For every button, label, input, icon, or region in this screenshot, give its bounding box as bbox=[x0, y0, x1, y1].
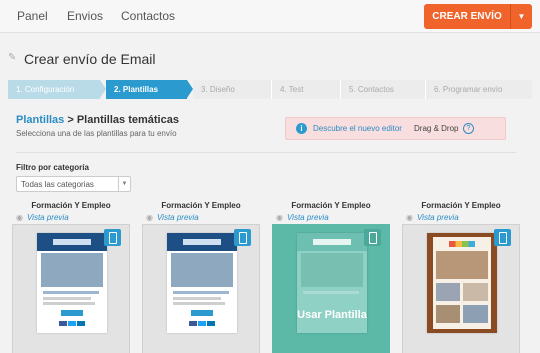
thumb-image bbox=[463, 305, 488, 323]
thumb-header bbox=[37, 233, 107, 251]
step-label: 2. Plantillas bbox=[114, 85, 159, 94]
preview-label: Vista previa bbox=[26, 213, 69, 222]
step-label: 4. Test bbox=[280, 85, 304, 94]
eye-icon: ◉ bbox=[16, 213, 23, 222]
category-select-value: Todas las categorias bbox=[21, 180, 94, 189]
nav-panel[interactable]: Panel bbox=[17, 9, 48, 23]
template-card-hover[interactable]: Usar Plantilla bbox=[272, 224, 390, 353]
thumb-hero-image bbox=[41, 253, 103, 287]
thumb-hero-image bbox=[171, 253, 233, 287]
step-label: 5. Contactos bbox=[349, 85, 394, 94]
breadcrumb: Plantillas > Plantillas temáticas bbox=[16, 114, 179, 126]
template-title: Formación Y Empleo bbox=[421, 201, 501, 210]
step-label: 1. Configuración bbox=[16, 85, 75, 94]
breadcrumb-separator: > bbox=[64, 114, 77, 126]
template-title: Formación Y Empleo bbox=[161, 201, 241, 210]
thumb-text-line bbox=[173, 302, 225, 305]
template-thumbnail bbox=[427, 233, 497, 333]
pencil-icon: ✎ bbox=[8, 52, 17, 63]
preview-link[interactable]: ◉ Vista previa bbox=[146, 213, 199, 222]
thumb-button bbox=[191, 310, 213, 316]
thumb-social-icons bbox=[189, 321, 215, 326]
template-title: Formación Y Empleo bbox=[31, 201, 111, 210]
thumb-text-line bbox=[303, 291, 359, 294]
thumb-text-line bbox=[173, 297, 221, 300]
thumb-text-line bbox=[43, 302, 95, 305]
template-thumbnail bbox=[37, 233, 107, 333]
nav-envios[interactable]: Envios bbox=[67, 9, 103, 23]
preview-link[interactable]: ◉ Vista previa bbox=[406, 213, 459, 222]
thumb-hero-image bbox=[301, 253, 363, 287]
step-diseno[interactable]: 3. Diseño bbox=[193, 80, 271, 99]
chevron-down-icon: ▼ bbox=[118, 177, 130, 191]
thumb-image bbox=[436, 305, 460, 323]
thumb-image bbox=[463, 283, 488, 301]
preview-link[interactable]: ◉ Vista previa bbox=[16, 213, 69, 222]
step-configuracion[interactable]: 1. Configuración bbox=[8, 80, 100, 99]
info-icon: i bbox=[296, 123, 307, 134]
breadcrumb-parent-link[interactable]: Plantillas bbox=[16, 114, 64, 126]
mobile-icon bbox=[494, 229, 511, 246]
create-send-label: CREAR ENVÍO bbox=[432, 11, 502, 22]
template-title: Formación Y Empleo bbox=[291, 201, 371, 210]
thumb-logo bbox=[183, 239, 221, 245]
preview-link[interactable]: ◉ Vista previa bbox=[276, 213, 329, 222]
info-banner: i Descubre el nuevo editor Drag & Drop ? bbox=[285, 117, 506, 140]
preview-label: Vista previa bbox=[156, 213, 199, 222]
new-editor-link[interactable]: Descubre el nuevo editor bbox=[313, 124, 402, 133]
eye-icon: ◉ bbox=[406, 213, 413, 222]
step-programar[interactable]: 6. Programar envío bbox=[425, 80, 532, 99]
thumb-logo bbox=[449, 241, 475, 247]
thumb-text-line bbox=[43, 297, 91, 300]
thumb-header bbox=[167, 233, 237, 251]
page-subtitle: Selecciona una de las plantillas para tu… bbox=[16, 129, 177, 138]
nav-contactos[interactable]: Contactos bbox=[121, 9, 175, 23]
thumb-body bbox=[433, 237, 491, 329]
step-plantillas[interactable]: 2. Plantillas bbox=[106, 80, 187, 99]
question-circle-icon[interactable]: ? bbox=[463, 123, 474, 134]
preview-label: Vista previa bbox=[286, 213, 329, 222]
category-select[interactable]: Todas las categorias ▼ bbox=[16, 176, 131, 192]
thumb-text-line bbox=[173, 291, 229, 294]
thumb-logo bbox=[313, 239, 351, 245]
step-contactos[interactable]: 5. Contactos bbox=[340, 80, 425, 99]
thumb-social-icons bbox=[59, 321, 85, 326]
eye-icon: ◉ bbox=[276, 213, 283, 222]
thumb-text-line bbox=[43, 291, 99, 294]
thumb-image bbox=[436, 283, 460, 301]
wizard-steps: 1. Configuración 2. Plantillas 3. Diseño… bbox=[8, 80, 532, 99]
mobile-icon bbox=[104, 229, 121, 246]
mobile-icon bbox=[364, 229, 381, 246]
preview-label: Vista previa bbox=[416, 213, 459, 222]
breadcrumb-current: Plantillas temáticas bbox=[76, 114, 179, 126]
page-title: Crear envío de Email bbox=[24, 51, 156, 67]
top-navbar: Panel Envios Contactos CREAR ENVÍO ▼ bbox=[0, 0, 540, 33]
create-send-button[interactable]: CREAR ENVÍO ▼ bbox=[424, 4, 532, 29]
chevron-down-icon[interactable]: ▼ bbox=[511, 4, 532, 29]
step-label: 3. Diseño bbox=[201, 85, 235, 94]
template-card[interactable] bbox=[402, 224, 520, 353]
drag-drop-label: Drag & Drop bbox=[414, 124, 459, 133]
step-test[interactable]: 4. Test bbox=[271, 80, 340, 99]
category-filter-label: Filtro por categoría bbox=[16, 163, 89, 172]
thumb-header bbox=[297, 233, 367, 251]
section-divider bbox=[16, 152, 516, 153]
template-card[interactable] bbox=[142, 224, 260, 353]
thumb-hero-image bbox=[436, 251, 488, 279]
template-thumbnail bbox=[167, 233, 237, 333]
thumb-logo bbox=[53, 239, 91, 245]
template-card[interactable] bbox=[12, 224, 130, 353]
use-template-button[interactable]: Usar Plantilla bbox=[273, 309, 391, 321]
mobile-icon bbox=[234, 229, 251, 246]
eye-icon: ◉ bbox=[146, 213, 153, 222]
step-label: 6. Programar envío bbox=[434, 85, 503, 94]
thumb-button bbox=[61, 310, 83, 316]
